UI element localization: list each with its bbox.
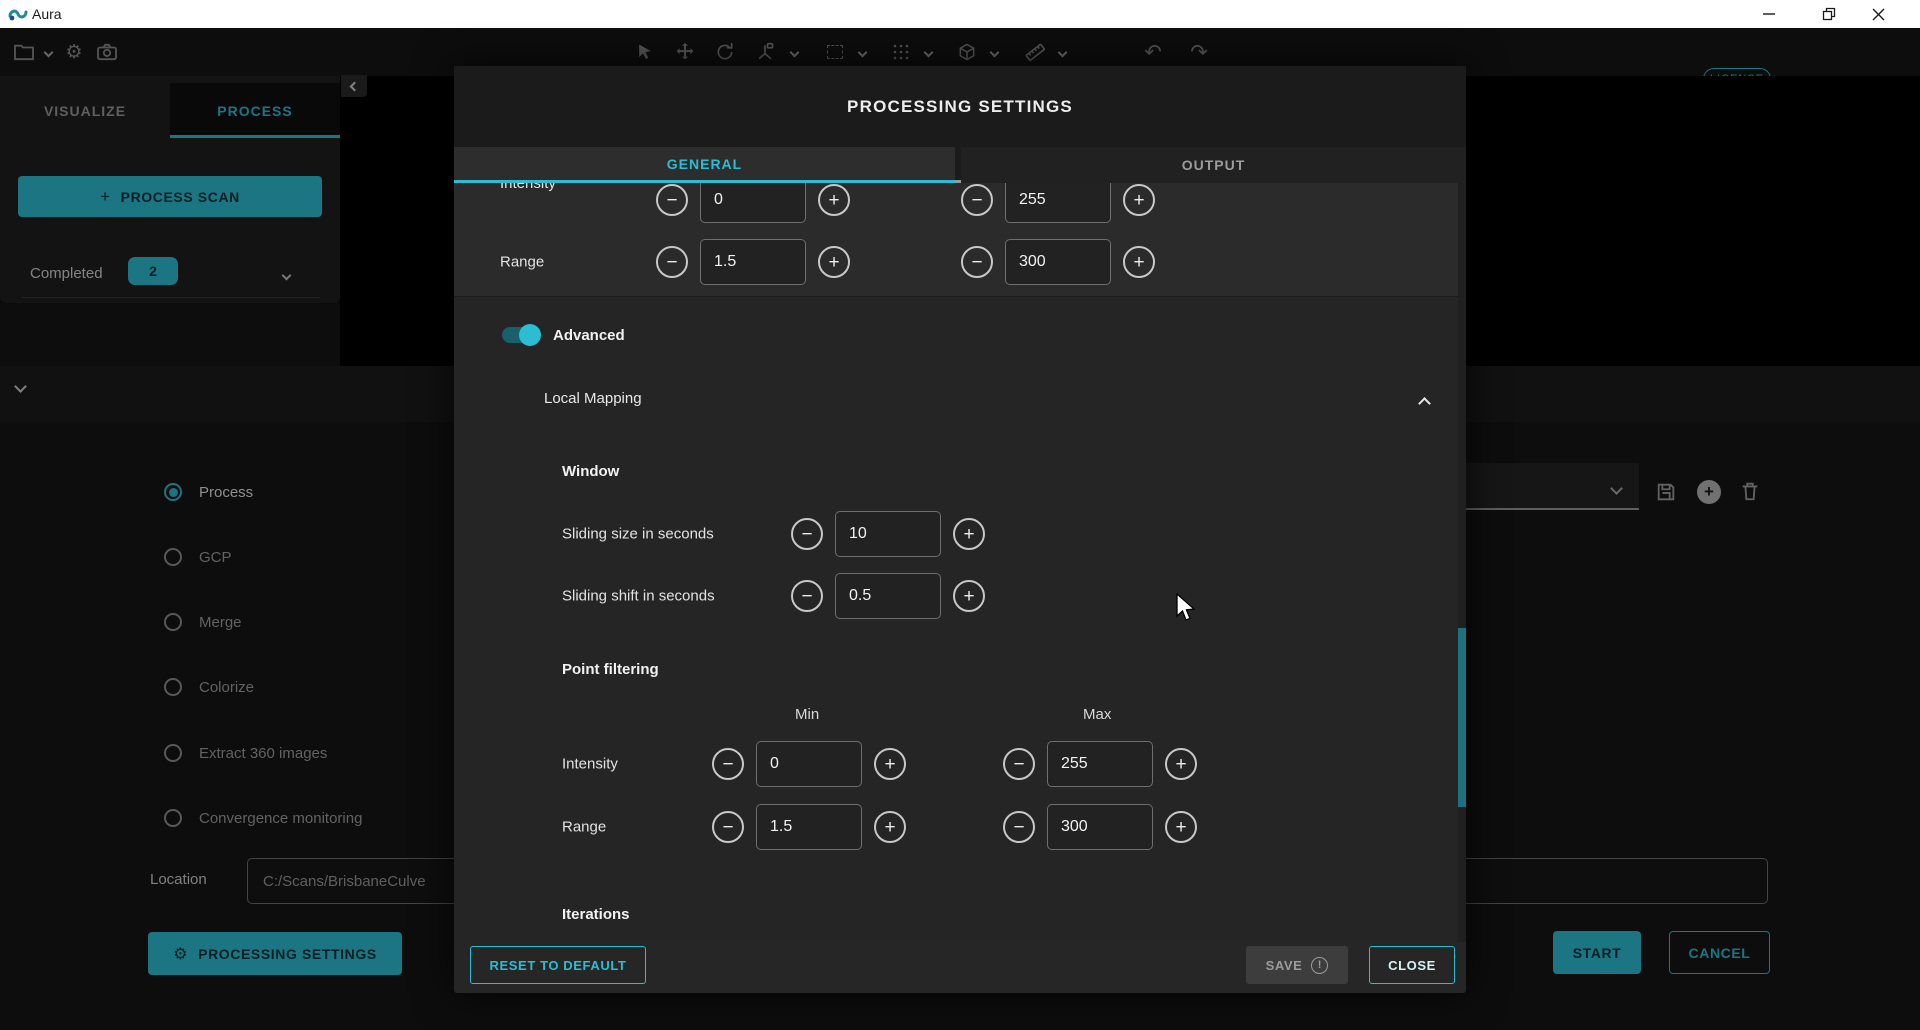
decrement-button[interactable]: −: [791, 580, 823, 612]
point-filtering-section-title: Point filtering: [562, 661, 659, 678]
modal-tab-output[interactable]: OUTPUT: [961, 147, 1466, 183]
stepper-row-range-top: Range − 1.5 + − 300 +: [454, 239, 1458, 285]
pf-intensity-max-stepper: − 255 +: [1003, 741, 1197, 787]
decrement-button[interactable]: −: [961, 184, 993, 216]
intensity-max-stepper: − 255 +: [961, 183, 1155, 223]
advanced-label: Advanced: [553, 327, 625, 344]
increment-button[interactable]: +: [1123, 246, 1155, 278]
pf-intensity-max-input[interactable]: 255: [1047, 741, 1153, 787]
advanced-toggle[interactable]: [502, 327, 538, 343]
decrement-button[interactable]: −: [712, 748, 744, 780]
pf-intensity-min-stepper: − 0 +: [712, 741, 906, 787]
increment-button[interactable]: +: [1165, 748, 1197, 780]
pf-intensity-label: Intensity: [562, 756, 618, 773]
restore-window-button[interactable]: [1809, 0, 1849, 28]
decrement-button[interactable]: −: [961, 246, 993, 278]
sliding-shift-input[interactable]: 0.5: [835, 573, 941, 619]
increment-button[interactable]: +: [953, 518, 985, 550]
decrement-button[interactable]: −: [1003, 748, 1035, 780]
decrement-button[interactable]: −: [791, 518, 823, 550]
intensity-min-input[interactable]: 0: [700, 183, 806, 223]
increment-button[interactable]: +: [874, 811, 906, 843]
decrement-button[interactable]: −: [656, 184, 688, 216]
intensity-max-input[interactable]: 255: [1005, 183, 1111, 223]
stepper-row-pf-range: Range − 1.5 + − 300 +: [454, 804, 1458, 850]
scrollbar-thumb[interactable]: [1458, 628, 1466, 807]
toggle-knob: [519, 324, 541, 346]
decrement-button[interactable]: −: [712, 811, 744, 843]
modal-header: PROCESSING SETTINGS: [454, 66, 1466, 147]
decrement-button[interactable]: −: [656, 246, 688, 278]
app-title: Aura: [32, 6, 62, 22]
aura-app-window: Aura ⚙: [0, 0, 1920, 1030]
range-max-stepper: − 300 +: [961, 239, 1155, 285]
stepper-row-sliding-size: Sliding size in seconds − 10 +: [454, 511, 1458, 557]
increment-button[interactable]: +: [818, 184, 850, 216]
range-label: Range: [500, 254, 544, 271]
pf-range-min-input[interactable]: 1.5: [756, 804, 862, 850]
modal-title: PROCESSING SETTINGS: [847, 97, 1073, 117]
intensity-min-stepper: − 0 +: [656, 183, 850, 223]
sliding-size-label: Sliding size in seconds: [562, 526, 714, 543]
increment-button[interactable]: +: [874, 748, 906, 780]
minimize-button[interactable]: [1749, 0, 1789, 28]
processing-settings-modal: PROCESSING SETTINGS GENERAL OUTPUT Inten…: [454, 66, 1466, 993]
max-column-header: Max: [1083, 706, 1111, 723]
pf-range-min-stepper: − 1.5 +: [712, 804, 906, 850]
pf-range-max-stepper: − 300 +: [1003, 804, 1197, 850]
pf-range-max-input[interactable]: 300: [1047, 804, 1153, 850]
close-button[interactable]: CLOSE: [1369, 946, 1455, 984]
modal-footer: RESET TO DEFAULT SAVE ! CLOSE: [454, 942, 1466, 993]
increment-button[interactable]: +: [818, 246, 850, 278]
warning-circle-icon: !: [1311, 957, 1328, 974]
range-min-stepper: − 1.5 +: [656, 239, 850, 285]
modal-tab-general[interactable]: GENERAL: [454, 147, 955, 183]
stepper-row-sliding-shift: Sliding shift in seconds − 0.5 +: [454, 573, 1458, 619]
window-section-title: Window: [562, 463, 619, 480]
pf-range-label: Range: [562, 819, 606, 836]
increment-button[interactable]: +: [1123, 184, 1155, 216]
close-window-button[interactable]: [1858, 0, 1898, 28]
sliding-size-input[interactable]: 10: [835, 511, 941, 557]
modal-scrollbar[interactable]: [1458, 183, 1466, 942]
titlebar: Aura: [0, 0, 1920, 28]
local-mapping-title: Local Mapping: [544, 390, 642, 407]
range-min-input[interactable]: 1.5: [700, 239, 806, 285]
min-column-header: Min: [795, 706, 819, 723]
modal-scroll-area: Intensity − 0 + − 255 + Range − 1.5: [454, 183, 1466, 942]
increment-button[interactable]: +: [953, 580, 985, 612]
collapse-chevron-up-icon: [1420, 395, 1429, 413]
stepper-row-pf-intensity: Intensity − 0 + − 255 +: [454, 741, 1458, 787]
sliding-shift-stepper: − 0.5 +: [791, 573, 985, 619]
pf-intensity-min-input[interactable]: 0: [756, 741, 862, 787]
iterations-section-title: Iterations: [562, 906, 630, 923]
sliding-shift-label: Sliding shift in seconds: [562, 588, 715, 605]
save-button[interactable]: SAVE !: [1246, 946, 1348, 984]
range-max-input[interactable]: 300: [1005, 239, 1111, 285]
aura-logo-icon: [8, 4, 28, 29]
local-mapping-header[interactable]: Local Mapping: [454, 379, 1458, 419]
sliding-size-stepper: − 10 +: [791, 511, 985, 557]
decrement-button[interactable]: −: [1003, 811, 1035, 843]
stepper-row-intensity-top: − 0 + − 255 +: [454, 183, 1458, 223]
reset-to-default-button[interactable]: RESET TO DEFAULT: [470, 946, 646, 984]
increment-button[interactable]: +: [1165, 811, 1197, 843]
